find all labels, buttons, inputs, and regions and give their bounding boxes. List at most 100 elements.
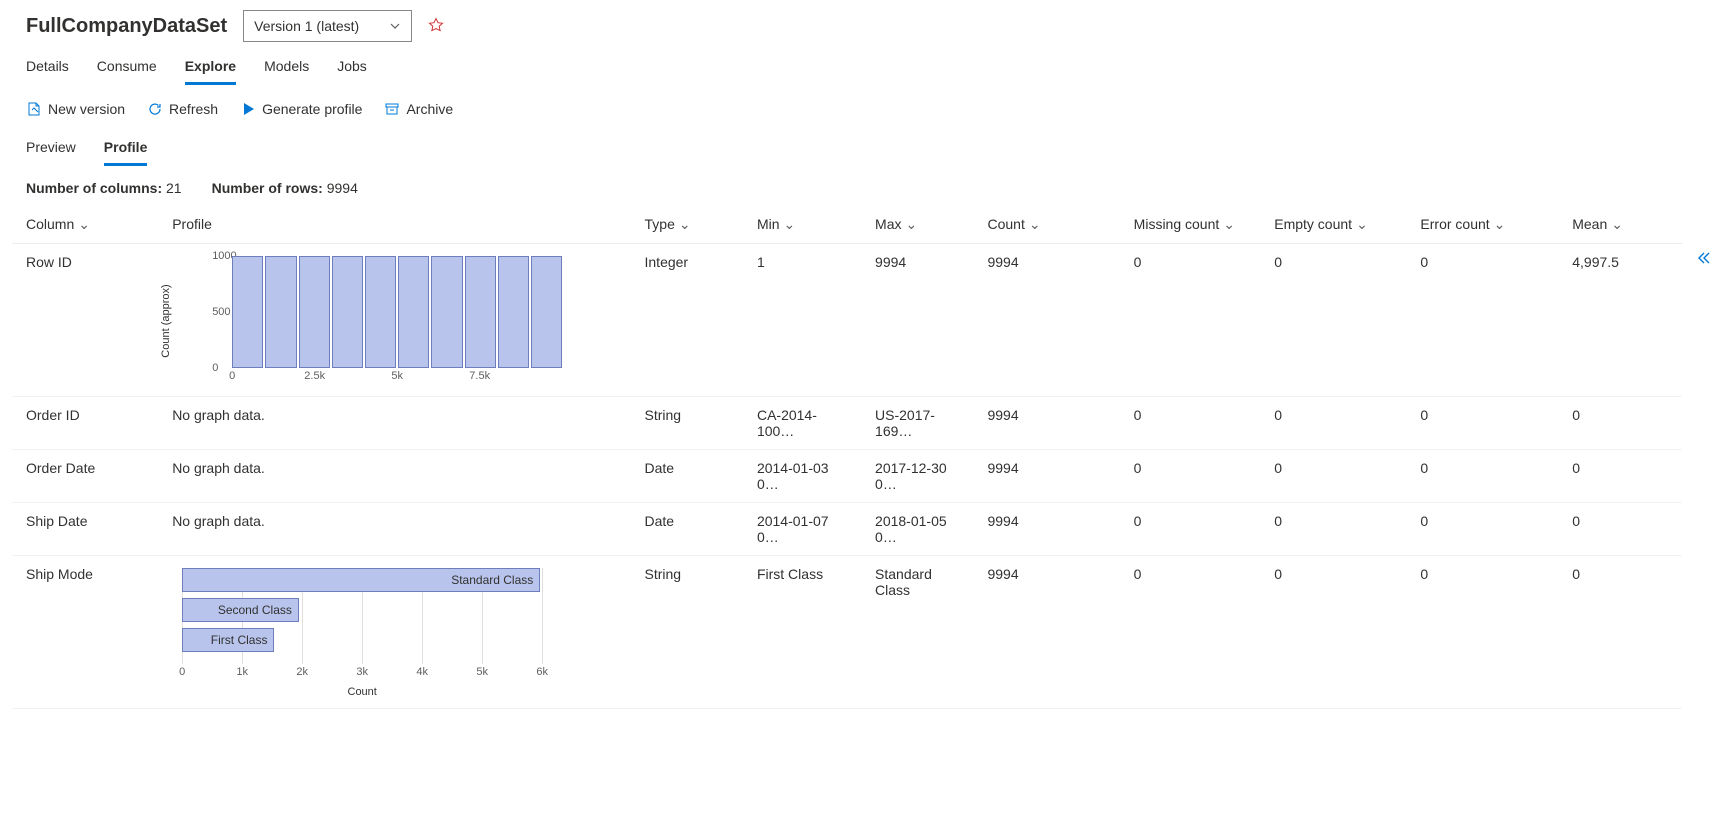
cell-error: 0 <box>1406 503 1558 556</box>
cell-count: 9994 <box>973 503 1119 556</box>
refresh-icon <box>147 101 163 117</box>
cell-type: Integer <box>631 244 743 397</box>
subtab-preview[interactable]: Preview <box>26 139 76 166</box>
table-row: Ship DateNo graph data.Date2014-01-07 0…… <box>12 503 1682 556</box>
chevron-down-icon: ⌄ <box>1494 216 1506 232</box>
th-type[interactable]: Type⌄ <box>631 206 743 244</box>
chart-xtick: 2k <box>296 666 308 678</box>
chart-bar <box>265 256 296 368</box>
tab-consume[interactable]: Consume <box>97 58 157 85</box>
tab-jobs[interactable]: Jobs <box>337 58 367 85</box>
th-mean[interactable]: Mean⌄ <box>1558 206 1682 244</box>
no-graph-label: No graph data. <box>172 407 265 423</box>
cell-mean: 0 <box>1558 556 1682 709</box>
chart-plot <box>232 256 562 368</box>
chart-bar-row: Standard Class <box>182 568 542 592</box>
refresh-button[interactable]: Refresh <box>147 101 218 117</box>
cell-empty: 0 <box>1260 397 1406 450</box>
th-profile: Profile <box>158 206 630 244</box>
chart-bar-label: Second Class <box>218 603 292 617</box>
cell-missing: 0 <box>1120 450 1261 503</box>
chart-xtick: 5k <box>391 370 403 382</box>
table-row: Ship Mode Standard Class Second Class First… <box>12 556 1682 709</box>
cell-max: 9994 <box>861 244 973 397</box>
tab-details[interactable]: Details <box>26 58 69 85</box>
archive-icon <box>384 101 400 117</box>
collapse-panel-button[interactable] <box>1696 250 1712 269</box>
generate-profile-button[interactable]: Generate profile <box>240 101 362 117</box>
cell-type: String <box>631 556 743 709</box>
chart-xtick: 4k <box>416 666 428 678</box>
cell-error: 0 <box>1406 450 1558 503</box>
chevron-down-icon <box>389 20 401 32</box>
cell-profile: Standard ClassSecond ClassFirst Class01k… <box>158 556 630 709</box>
chart-bar: Second Class <box>182 598 299 622</box>
chart-bar <box>531 256 562 368</box>
chart-bar <box>332 256 363 368</box>
cell-min: 1 <box>743 244 861 397</box>
chevron-down-icon: ⌄ <box>1611 216 1623 232</box>
num-columns: Number of columns: 21 <box>26 180 182 196</box>
subtab-profile[interactable]: Profile <box>104 139 148 166</box>
no-graph-label: No graph data. <box>172 513 265 529</box>
cell-mean: 0 <box>1558 397 1682 450</box>
cell-column-name: Ship Date <box>12 503 158 556</box>
cell-min: 2014-01-03 0… <box>743 450 861 503</box>
cell-empty: 0 <box>1260 450 1406 503</box>
tab-models[interactable]: Models <box>264 58 309 85</box>
chevron-down-icon: ⌄ <box>905 216 917 232</box>
th-min[interactable]: Min⌄ <box>743 206 861 244</box>
cell-error: 0 <box>1406 244 1558 397</box>
cell-missing: 0 <box>1120 397 1261 450</box>
new-version-label: New version <box>48 101 125 117</box>
new-version-icon <box>26 101 42 117</box>
toolbar: New version Refresh Generate profile Arc… <box>0 85 1722 133</box>
chevron-down-icon: ⌄ <box>679 216 691 232</box>
th-error[interactable]: Error count⌄ <box>1406 206 1558 244</box>
archive-button[interactable]: Archive <box>384 101 453 117</box>
chart-bar <box>398 256 429 368</box>
version-select[interactable]: Version 1 (latest) <box>243 10 412 42</box>
chevron-double-left-icon <box>1696 250 1712 266</box>
stats-row: Number of columns: 21 Number of rows: 99… <box>0 166 1722 206</box>
cell-max: US-2017-169… <box>861 397 973 450</box>
cell-missing: 0 <box>1120 244 1261 397</box>
cell-count: 9994 <box>973 244 1119 397</box>
profile-table-wrap[interactable]: Column⌄ Profile Type⌄ Min⌄ Max⌄ Count⌄ M… <box>12 206 1682 796</box>
chart-bar <box>232 256 263 368</box>
cell-empty: 0 <box>1260 244 1406 397</box>
main-tabs: Details Consume Explore Models Jobs <box>0 48 1722 85</box>
num-rows: Number of rows: 9994 <box>212 180 358 196</box>
cell-missing: 0 <box>1120 503 1261 556</box>
cell-min: First Class <box>743 556 861 709</box>
cell-column-name: Order Date <box>12 450 158 503</box>
cell-count: 9994 <box>973 397 1119 450</box>
cell-min: 2014-01-07 0… <box>743 503 861 556</box>
cell-mean: 0 <box>1558 503 1682 556</box>
refresh-label: Refresh <box>169 101 218 117</box>
chart-xtick: 2.5k <box>304 370 325 382</box>
cell-max: Standard Class <box>861 556 973 709</box>
cell-column-name: Row ID <box>12 244 158 397</box>
tab-explore[interactable]: Explore <box>185 58 236 85</box>
cell-column-name: Order ID <box>12 397 158 450</box>
th-max[interactable]: Max⌄ <box>861 206 973 244</box>
chart-ylabel: Count (approx) <box>160 284 172 357</box>
th-column[interactable]: Column⌄ <box>12 206 158 244</box>
th-missing[interactable]: Missing count⌄ <box>1120 206 1261 244</box>
th-count[interactable]: Count⌄ <box>973 206 1119 244</box>
cell-error: 0 <box>1406 397 1558 450</box>
new-version-button[interactable]: New version <box>26 101 125 117</box>
chart-gridline <box>542 568 543 664</box>
th-empty[interactable]: Empty count⌄ <box>1260 206 1406 244</box>
cell-column-name: Ship Mode <box>12 556 158 709</box>
chart-bar <box>465 256 496 368</box>
no-graph-label: No graph data. <box>172 460 265 476</box>
generate-profile-label: Generate profile <box>262 101 362 117</box>
cell-count: 9994 <box>973 450 1119 503</box>
profile-table: Column⌄ Profile Type⌄ Min⌄ Max⌄ Count⌄ M… <box>12 206 1682 709</box>
chart-xtick: 0 <box>179 666 185 678</box>
star-icon[interactable] <box>428 17 444 36</box>
chart-bar <box>299 256 330 368</box>
chart-bar-row: First Class <box>182 628 542 652</box>
